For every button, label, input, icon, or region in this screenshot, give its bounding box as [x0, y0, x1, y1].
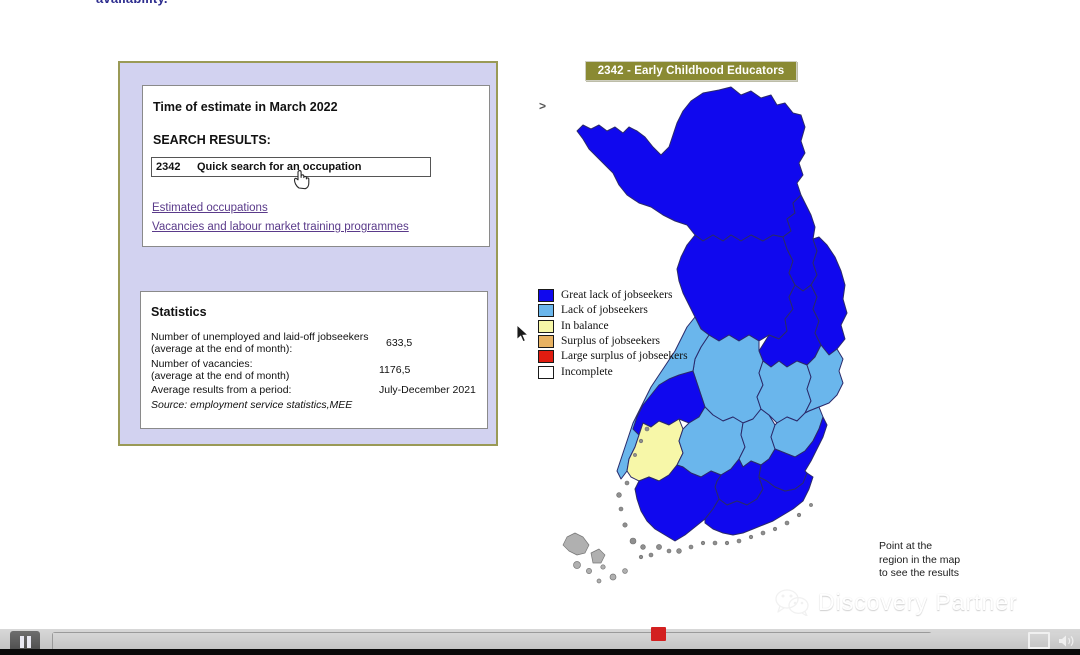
legend-item: Surplus of jobseekers	[538, 334, 723, 349]
search-results-label: SEARCH RESULTS:	[153, 133, 271, 147]
link-estimated-occupations[interactable]: Estimated occupations	[152, 202, 268, 214]
volume-icon[interactable]	[1058, 634, 1076, 648]
screenshot-canvas: availability. Time of estimate in March …	[0, 0, 1080, 655]
legend-swatch-in-balance	[538, 319, 554, 333]
pointer-marker: >	[539, 99, 547, 113]
legend-label: Great lack of jobseekers	[561, 289, 673, 302]
statistics-source: Source: employment service statistics,ME…	[151, 399, 353, 411]
map-hint-text: Point at the region in the map to see th…	[879, 540, 961, 579]
legend-swatch-great-lack	[538, 289, 554, 303]
statistics-card: Statistics Number of unemployed and laid…	[140, 291, 488, 429]
legend-swatch-incomplete	[538, 365, 554, 379]
legend-item: Lack of jobseekers	[538, 303, 723, 318]
legend-item: Incomplete	[538, 364, 723, 379]
occupation-result-row[interactable]: 2342 Quick search for an occupation	[151, 157, 431, 177]
link-vacancies-training[interactable]: Vacancies and labour market training pro…	[152, 221, 409, 233]
occupation-name: Quick search for an occupation	[197, 161, 362, 173]
stat-value: 1176,5	[379, 364, 411, 376]
map-region-lapland[interactable]	[576, 86, 806, 242]
arrow-cursor-icon	[516, 324, 530, 343]
hand-cursor-icon	[293, 170, 310, 190]
legend-label: Large surplus of jobseekers	[561, 350, 688, 363]
fullscreen-icon[interactable]	[1028, 632, 1050, 649]
legend-swatch-lack	[538, 304, 554, 318]
statistics-title: Statistics	[151, 305, 207, 319]
bottom-black-strip	[0, 627, 1080, 655]
map-region-aland[interactable]	[562, 532, 628, 584]
cut-off-heading: availability.	[96, 0, 168, 6]
taskbar-red-badge	[651, 627, 666, 641]
legend-item: In balance	[538, 319, 723, 334]
map-title-banner: 2342 - Early Childhood Educators	[585, 61, 797, 81]
legend-swatch-surplus	[538, 335, 554, 349]
legend-label: Lack of jobseekers	[561, 304, 648, 317]
stat-label: Number of vacancies: (average at the end…	[151, 358, 290, 382]
stat-value: 633,5	[386, 337, 413, 349]
stat-value: July-December 2021	[379, 384, 476, 396]
watermark-text: Discovery Partner	[818, 588, 1018, 615]
search-results-panel: Time of estimate in March 2022 SEARCH RE…	[118, 61, 498, 446]
wechat-icon	[775, 589, 809, 616]
legend-label: Incomplete	[561, 365, 613, 378]
stat-label: Average results from a period:	[151, 384, 292, 396]
legend-swatch-large-surplus	[538, 350, 554, 364]
occupation-code: 2342	[156, 161, 181, 173]
search-card: Time of estimate in March 2022 SEARCH RE…	[142, 85, 490, 247]
map-legend: Great lack of jobseekers Lack of jobseek…	[538, 288, 723, 380]
watermark: Discovery Partner	[775, 588, 1018, 616]
legend-item: Great lack of jobseekers	[538, 288, 723, 303]
time-of-estimate-label: Time of estimate in March 2022	[153, 100, 338, 114]
legend-item: Large surplus of jobseekers	[538, 349, 723, 364]
legend-label: Surplus of jobseekers	[561, 335, 661, 348]
legend-label: In balance	[561, 319, 609, 332]
player-right-controls	[1028, 632, 1076, 649]
stat-label: Number of unemployed and laid-off jobsee…	[151, 331, 369, 355]
